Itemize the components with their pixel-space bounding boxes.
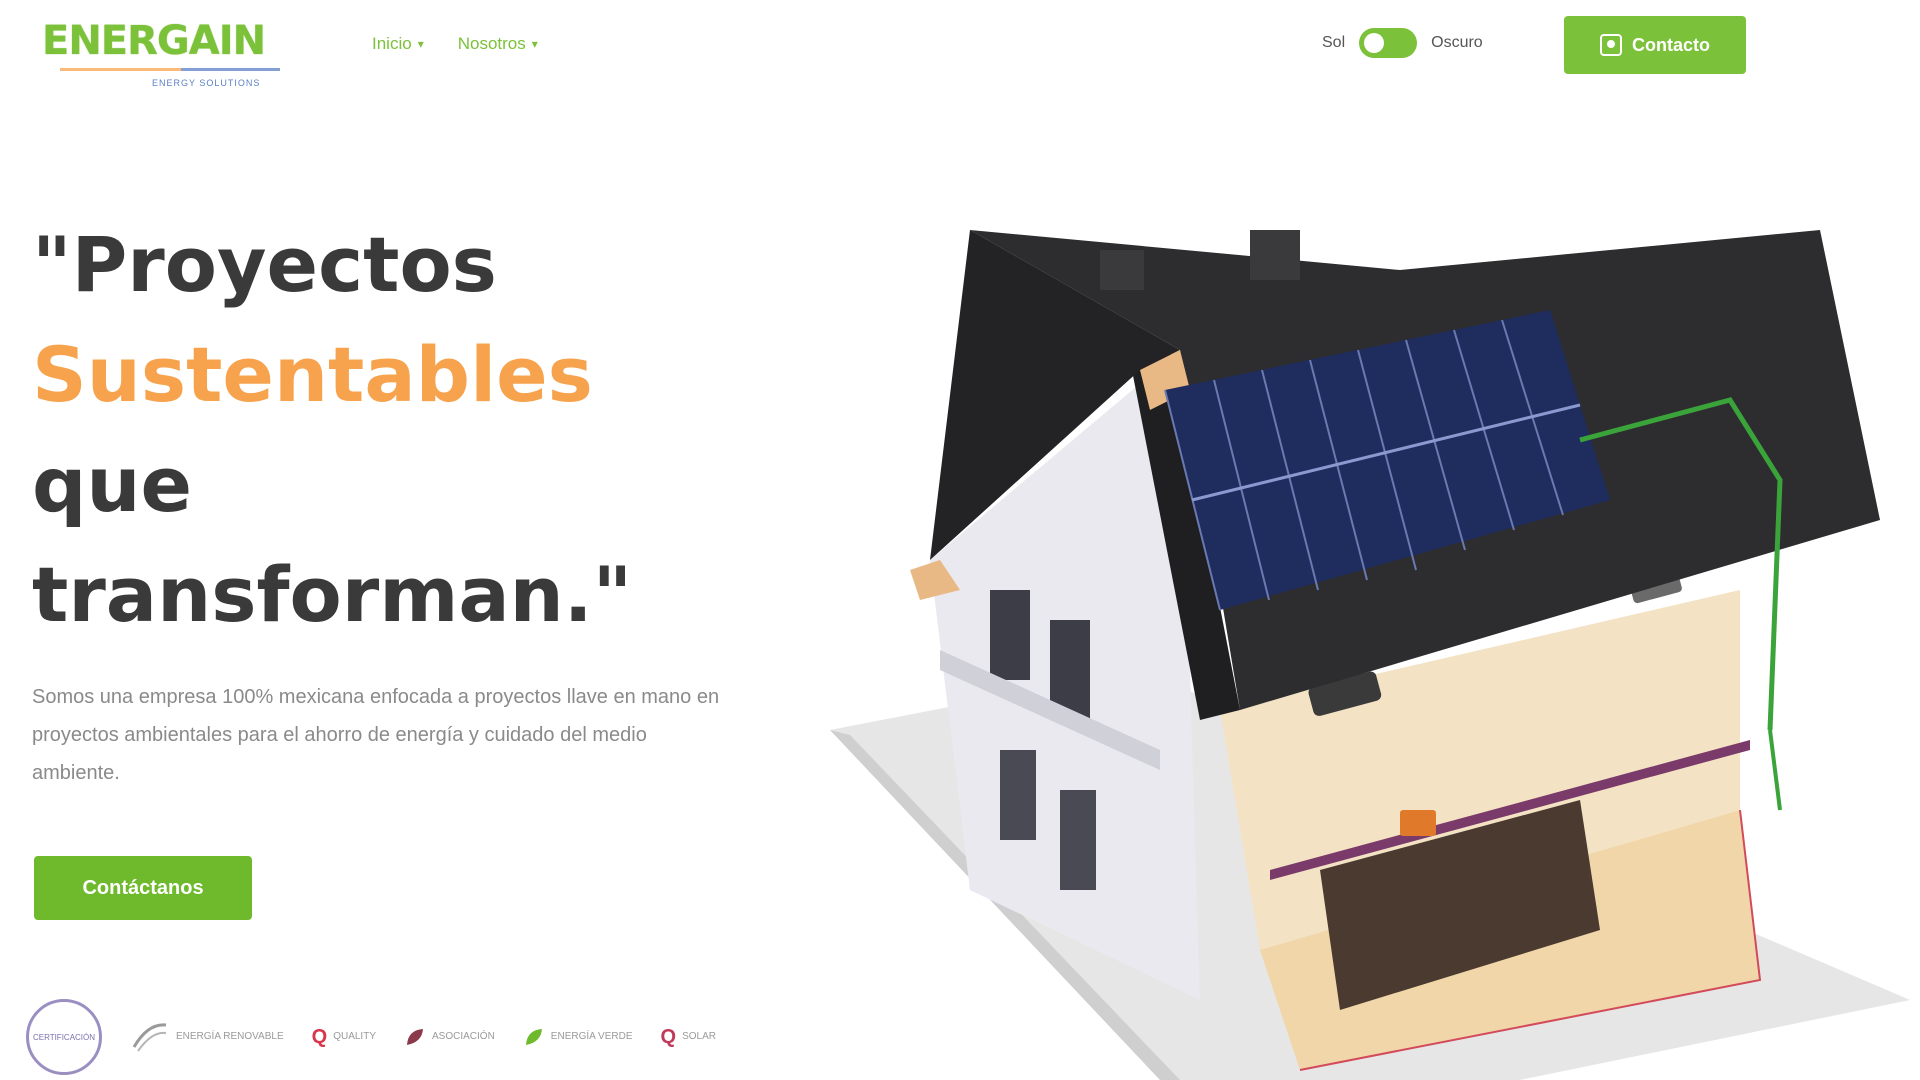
chimney [1100,250,1144,290]
contact-button[interactable]: Contacto [1564,16,1746,74]
partner-logo-3: Q QUALITY [312,1026,376,1049]
chevron-down-icon: ▾ [531,37,538,51]
theme-label-dark: Oscuro [1431,34,1483,51]
partner-logo-2: ENERGÍA RENOVABLE [130,1017,284,1057]
partner-logo-5: ENERGÍA VERDE [523,1026,633,1048]
window [1060,790,1096,890]
hero-title-line-1: "Proyectos [32,220,497,309]
partner-logo-4: ASOCIACIÓN [404,1026,495,1048]
logo-tagline: ENERGY SOLUTIONS [152,78,261,88]
fireplace [1400,810,1436,836]
hero-description: Somos una empresa 100% mexicana enfocada… [32,686,720,784]
partner-logos: CERTIFICACIÓN ENERGÍA RENOVABLE Q QUALIT… [26,994,746,1080]
partner-logo-seal: CERTIFICACIÓN [26,999,102,1075]
site-header: ENERGAIN ENERGY SOLUTIONS Inicio ▾ Nosot… [0,0,1920,100]
contact-button-label: Contacto [1632,34,1710,55]
partner-text: ASOCIACIÓN [432,1031,495,1042]
nav-item-label: Nosotros [457,34,526,53]
window [990,590,1030,680]
logo-underline [60,68,280,71]
partner-text: ENERGÍA VERDE [550,1031,633,1042]
nav-item-inicio[interactable]: Inicio ▾ [372,34,424,54]
nav-item-label: Inicio [372,34,412,53]
cta-label: Contáctanos [82,876,204,899]
hero-title-line-2: Sustentables [32,330,593,419]
partner-text: SOLAR [682,1031,716,1042]
nav-item-nosotros[interactable]: Nosotros ▾ [458,34,538,54]
swoosh-icon [132,1023,167,1052]
hero-title: "Proyectos Sustentables que transforman.… [32,210,752,650]
chevron-down-icon: ▾ [417,37,424,51]
logo-wordmark: ENERGAIN [42,18,266,64]
contact-card-icon [1600,34,1622,56]
partner-mark: Q [660,1025,677,1048]
switch-knob [1364,33,1385,53]
leaf-icon [525,1029,542,1045]
partner-text: QUALITY [333,1031,376,1042]
hero-title-line-4: transforman." [32,550,633,639]
window [1000,750,1036,840]
contact-us-button[interactable]: Contáctanos [34,856,252,920]
partner-text: ENERGÍA RENOVABLE [176,1031,284,1042]
theme-toggle: Sol Oscuro [1322,28,1483,58]
seal-text: CERTIFICACIÓN [32,1032,96,1042]
solar-house-illustration [830,230,1910,1080]
theme-switch[interactable] [1359,28,1418,58]
partner-logo-6: Q SOLAR [661,1026,716,1049]
hero-title-line-3: que [32,440,193,529]
seal-icon: CERTIFICACIÓN [26,999,102,1075]
energain-logo[interactable]: ENERGAIN ENERGY SOLUTIONS [42,18,302,88]
theme-label-light: Sol [1322,34,1346,51]
main-nav: Inicio ▾ Nosotros ▾ [372,34,538,54]
partner-mark: Q [311,1025,328,1048]
green-cable [1768,729,1782,811]
chimney [1250,230,1300,280]
leaf-icon [407,1029,423,1045]
